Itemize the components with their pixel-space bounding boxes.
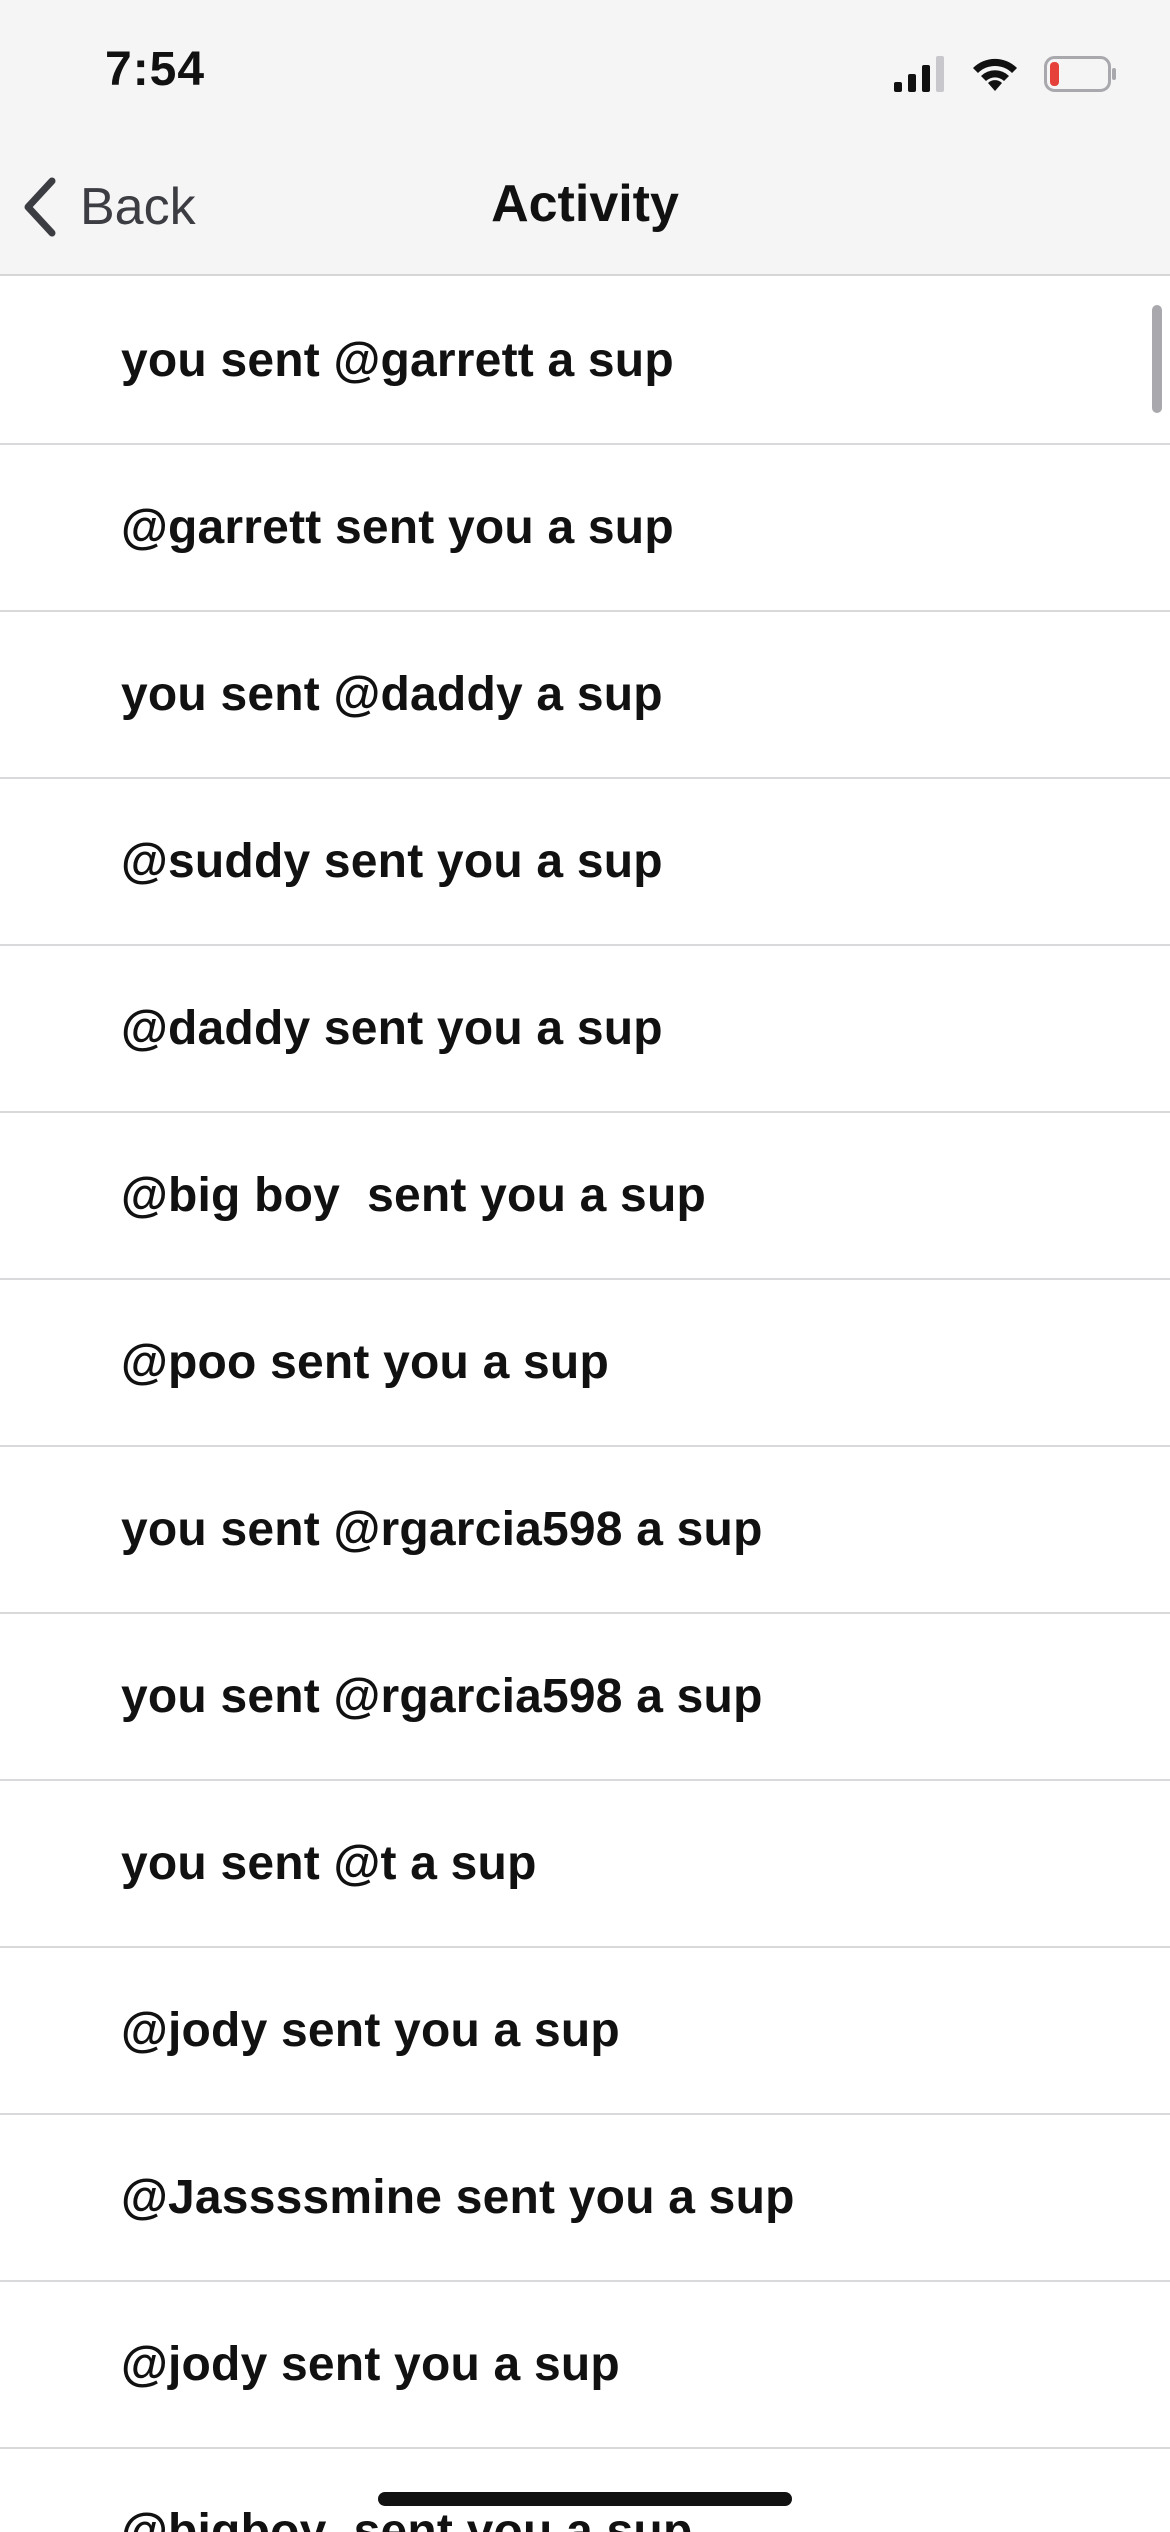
activity-text: you sent @daddy a sup <box>121 668 663 721</box>
activity-text: @big boy sent you a sup <box>121 1169 706 1222</box>
list-item[interactable]: @big boy sent you a sup <box>0 1113 1170 1280</box>
activity-list: you sent @garrett a sup @garrett sent yo… <box>0 278 1170 2532</box>
wifi-icon <box>973 58 1017 91</box>
activity-text: you sent @t a sup <box>121 1837 537 1890</box>
list-item[interactable]: you sent @daddy a sup <box>0 612 1170 779</box>
list-item[interactable]: you sent @rgarcia598 a sup <box>0 1447 1170 1614</box>
activity-screen: 7:54 Back Activity you sent @garrett a s… <box>0 0 1170 2532</box>
activity-text: @suddy sent you a sup <box>121 835 663 888</box>
activity-text: @garrett sent you a sup <box>121 501 674 554</box>
scroll-indicator[interactable] <box>1152 305 1162 413</box>
activity-text: @Jassssmine sent you a sup <box>121 2171 795 2224</box>
list-item[interactable]: @suddy sent you a sup <box>0 779 1170 946</box>
list-item[interactable]: @Jassssmine sent you a sup <box>0 2115 1170 2282</box>
list-item[interactable]: @garrett sent you a sup <box>0 445 1170 612</box>
home-indicator[interactable] <box>378 2492 792 2506</box>
activity-text: you sent @rgarcia598 a sup <box>121 1670 763 1723</box>
activity-text: @jody sent you a sup <box>121 2004 620 2057</box>
status-icons <box>894 52 1118 96</box>
activity-text: @daddy sent you a sup <box>121 1002 663 1055</box>
list-item[interactable]: you sent @garrett a sup <box>0 278 1170 445</box>
activity-text: you sent @rgarcia598 a sup <box>121 1503 763 1556</box>
cellular-signal-icon <box>894 56 944 92</box>
list-item[interactable]: @daddy sent you a sup <box>0 946 1170 1113</box>
list-item[interactable]: @jody sent you a sup <box>0 2282 1170 2449</box>
battery-low-icon <box>1044 56 1116 92</box>
page-title: Activity <box>491 175 679 233</box>
activity-text: @jody sent you a sup <box>121 2338 620 2391</box>
status-time: 7:54 <box>105 43 206 96</box>
list-item[interactable]: @poo sent you a sup <box>0 1280 1170 1447</box>
list-item[interactable]: @jody sent you a sup <box>0 1948 1170 2115</box>
top-chrome: 7:54 Back Activity <box>0 0 1170 276</box>
activity-text: you sent @garrett a sup <box>121 334 674 387</box>
list-item[interactable]: you sent @rgarcia598 a sup <box>0 1614 1170 1781</box>
navigation-bar: Back Activity <box>0 150 1170 276</box>
activity-text: @bigboy sent you a sup <box>121 2505 693 2532</box>
activity-text: @poo sent you a sup <box>121 1336 609 1389</box>
list-item[interactable]: you sent @t a sup <box>0 1781 1170 1948</box>
list-item[interactable]: @bigboy sent you a sup <box>0 2449 1170 2532</box>
status-bar: 7:54 <box>0 0 1170 150</box>
